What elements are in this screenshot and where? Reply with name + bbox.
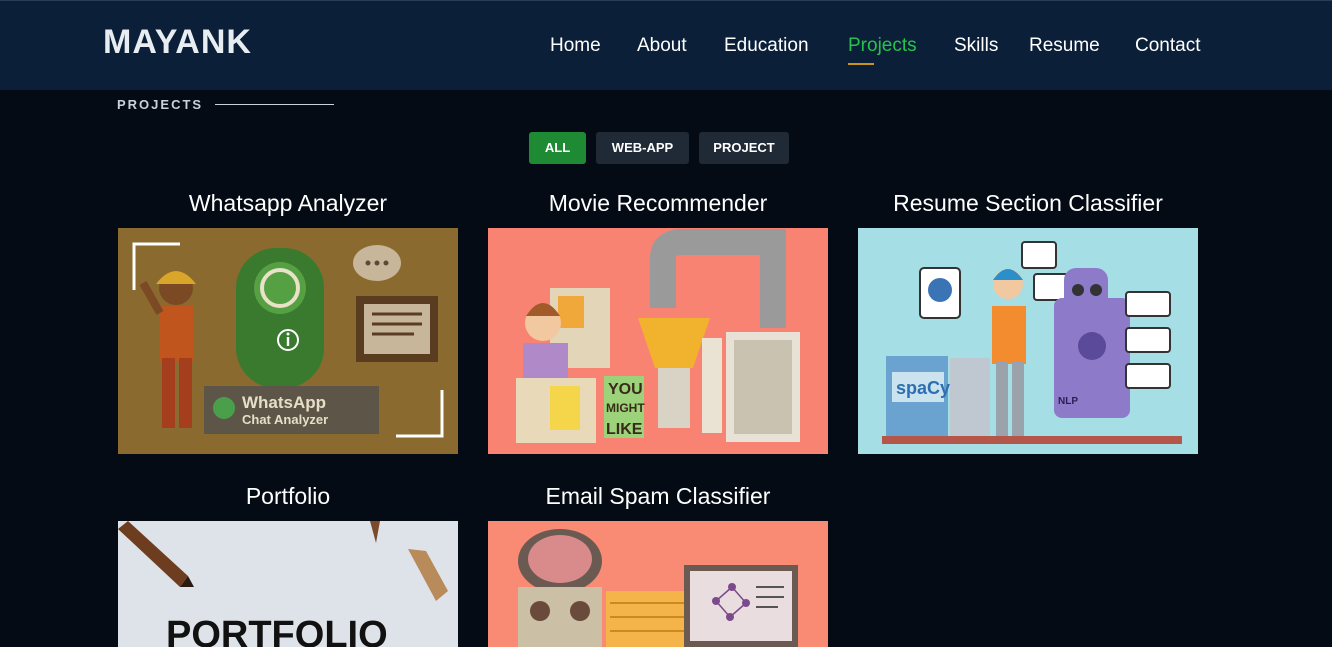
filter-all-button[interactable]: ALL xyxy=(529,132,586,164)
project-title-movie[interactable]: Movie Recommender xyxy=(488,190,828,217)
whatsapp-art-label: WhatsApp xyxy=(242,393,326,412)
site-header: MAYANK Home About Education Projects Ski… xyxy=(0,0,1332,90)
email-spam-illustration xyxy=(488,521,828,647)
spacy-art-label: spaCy xyxy=(896,378,950,398)
portfolio-illustration: PORTFOLIO xyxy=(118,521,458,647)
nav-education[interactable]: Education xyxy=(724,35,809,57)
project-title-resume-classifier[interactable]: Resume Section Classifier xyxy=(858,190,1198,217)
nav-about[interactable]: About xyxy=(637,35,687,57)
project-image-resume-classifier[interactable]: spaCy NLP xyxy=(858,228,1198,454)
chat-analyzer-art-label: Chat Analyzer xyxy=(242,412,328,427)
project-title-portfolio[interactable]: Portfolio xyxy=(118,483,458,510)
you-art-label: YOU xyxy=(608,381,643,398)
portfolio-art-label: PORTFOLIO xyxy=(166,614,388,647)
section-divider xyxy=(215,104,334,105)
nav-skills[interactable]: Skills xyxy=(954,35,998,57)
filter-project-button[interactable]: PROJECT xyxy=(699,132,789,164)
whatsapp-analyzer-illustration: WhatsApp Chat Analyzer xyxy=(118,228,458,454)
nav-projects[interactable]: Projects xyxy=(848,35,917,57)
nlp-art-label: NLP xyxy=(1058,396,1078,407)
nav-contact[interactable]: Contact xyxy=(1135,35,1200,57)
nav-resume[interactable]: Resume xyxy=(1029,35,1100,57)
project-image-movie[interactable]: YOU MIGHT LIKE xyxy=(488,228,828,454)
project-title-whatsapp[interactable]: Whatsapp Analyzer xyxy=(118,190,458,217)
project-image-email-spam[interactable] xyxy=(488,521,828,647)
nav-home[interactable]: Home xyxy=(550,35,601,57)
project-image-whatsapp[interactable]: WhatsApp Chat Analyzer xyxy=(118,228,458,454)
resume-classifier-illustration: spaCy NLP xyxy=(858,228,1198,454)
main-nav: Home About Education Projects Skills Res… xyxy=(0,35,1332,65)
like-art-label: LIKE xyxy=(606,421,643,438)
project-title-email-spam[interactable]: Email Spam Classifier xyxy=(488,483,828,510)
filter-web-app-button[interactable]: WEB-APP xyxy=(596,132,689,164)
section-label: PROJECTS xyxy=(117,97,204,112)
project-image-portfolio[interactable]: PORTFOLIO xyxy=(118,521,458,647)
might-art-label: MIGHT xyxy=(606,401,645,415)
active-nav-underline xyxy=(848,63,874,65)
movie-recommender-illustration: YOU MIGHT LIKE xyxy=(488,228,828,454)
